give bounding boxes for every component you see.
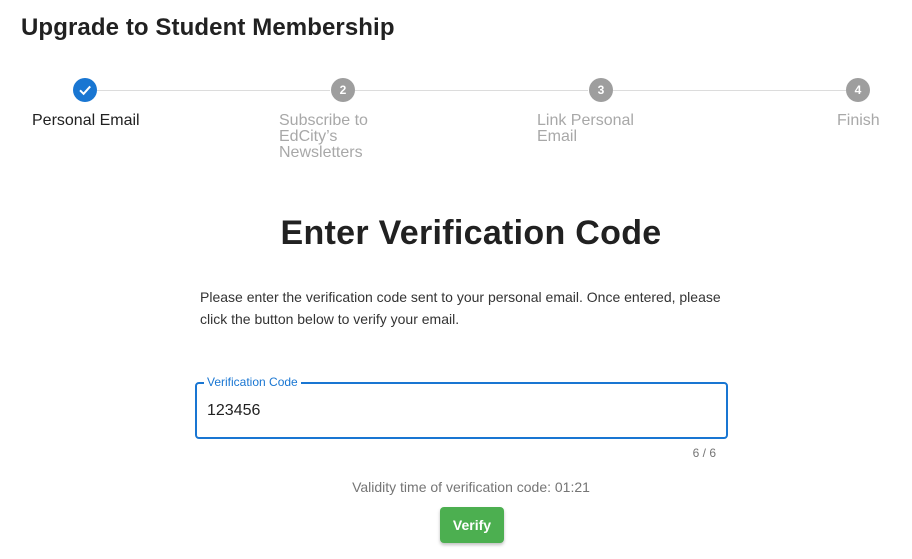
stepper: Personal Email 2 Subscribe to EdCity’s N… — [0, 78, 912, 168]
check-icon — [79, 85, 91, 96]
step-4-label: Finish — [837, 112, 880, 129]
step-3-indicator: 3 — [589, 78, 613, 102]
instructions-text: Please enter the verification code sent … — [200, 289, 721, 327]
verify-button[interactable]: Verify — [440, 507, 504, 543]
verification-code-input[interactable] — [207, 400, 707, 422]
step-connector — [613, 90, 846, 91]
step-3-label: Link Personal Email — [537, 112, 634, 145]
verification-code-field[interactable]: Verification Code — [195, 375, 728, 439]
step-4-indicator: 4 — [846, 78, 870, 102]
verification-code-label: Verification Code — [204, 375, 301, 389]
section-heading: Enter Verification Code — [280, 214, 662, 252]
step-2-label: Subscribe to EdCity’s Newsletters — [279, 112, 368, 161]
page-title: Upgrade to Student Membership — [21, 14, 395, 41]
step-connector — [355, 90, 588, 91]
step-connector — [97, 90, 330, 91]
step-1-indicator — [73, 78, 97, 102]
step-2-indicator: 2 — [331, 78, 355, 102]
step-1-label: Personal Email — [32, 112, 140, 129]
character-counter: 6 / 6 — [692, 446, 716, 460]
validity-timer: Validity time of verification code: 01:2… — [352, 479, 590, 495]
